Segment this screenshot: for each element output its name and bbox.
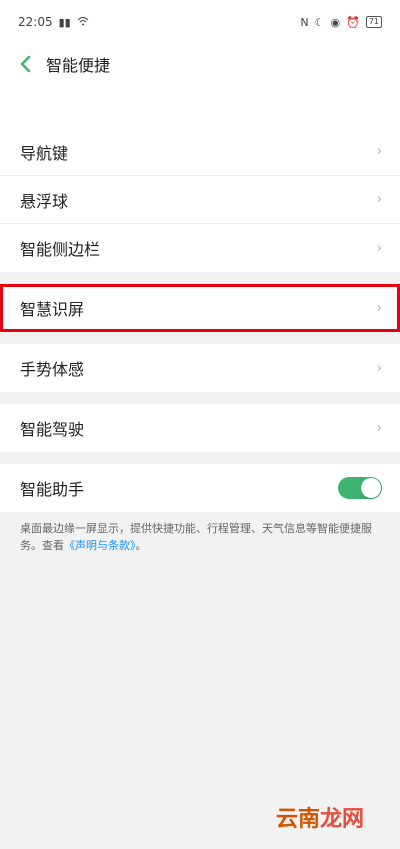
note-suffix: 。 xyxy=(135,539,147,552)
row-label: 手势体感 xyxy=(20,360,85,379)
smart-assistant-toggle[interactable] xyxy=(338,477,382,499)
settings-group-1: 导航键 › 悬浮球 › 智能侧边栏 › xyxy=(0,128,400,272)
section-gap xyxy=(0,452,400,464)
settings-group-3: 手势体感 › xyxy=(0,344,400,392)
moon-icon: ☾ xyxy=(314,15,325,29)
settings-group-2: 智慧识屏 › xyxy=(0,284,400,332)
row-label: 智能侧边栏 xyxy=(20,240,101,259)
row-smart-driving[interactable]: 智能驾驶 › xyxy=(0,404,400,452)
signal-icon: ▮▮ xyxy=(58,15,71,29)
row-smart-assistant: 智能助手 xyxy=(0,464,400,512)
row-label: 悬浮球 xyxy=(20,191,69,211)
alarm-icon: ⏰ xyxy=(346,15,360,29)
page-title: 智能便捷 xyxy=(46,56,111,75)
assistant-description: 桌面最边缘一屏显示，提供快捷功能、行程管理、天气信息等智能便捷服务。查看《声明与… xyxy=(0,512,400,554)
back-button[interactable] xyxy=(14,53,36,75)
row-label: 智慧识屏 xyxy=(20,300,85,319)
row-gesture-motion[interactable]: 手势体感 › xyxy=(0,344,400,392)
eye-icon: ◉ xyxy=(330,15,341,29)
watermark-logo: 云南龙网 xyxy=(276,801,364,833)
row-label: 智能驾驶 xyxy=(20,420,85,439)
row-smart-screen-recognition[interactable]: 智慧识屏 › xyxy=(0,284,400,332)
chevron-right-icon: › xyxy=(376,144,382,159)
section-gap xyxy=(0,272,400,284)
settings-group-4: 智能驾驶 › xyxy=(0,404,400,452)
wifi-icon xyxy=(77,16,89,29)
watermark-part1: 云南 xyxy=(275,806,320,832)
chevron-left-icon xyxy=(20,55,31,73)
row-label: 智能助手 xyxy=(20,480,85,499)
row-label: 导航键 xyxy=(20,143,69,163)
battery-indicator: 71 xyxy=(365,16,382,28)
row-smart-sidebar[interactable]: 智能侧边栏 › xyxy=(0,224,400,272)
chevron-right-icon: › xyxy=(376,192,382,207)
watermark-part2: 龙网 xyxy=(319,806,364,832)
status-time: 22:05 xyxy=(18,15,53,29)
nfc-icon: N xyxy=(300,15,309,29)
chevron-right-icon: › xyxy=(376,360,382,376)
section-gap xyxy=(0,392,400,404)
status-left: 22:05 ▮▮ xyxy=(18,15,89,29)
section-gap xyxy=(0,332,400,344)
row-floating-ball[interactable]: 悬浮球 › xyxy=(0,176,400,224)
toggle-knob xyxy=(361,478,381,498)
chevron-right-icon: › xyxy=(376,240,382,256)
chevron-right-icon: › xyxy=(376,420,382,436)
header-spacer xyxy=(0,84,400,128)
chevron-right-icon: › xyxy=(376,300,382,316)
status-bar: 22:05 ▮▮ N ☾ ◉ ⏰ 71 xyxy=(0,0,400,44)
header: 智能便捷 xyxy=(0,44,400,84)
row-navigation-keys[interactable]: 导航键 › xyxy=(0,128,400,176)
status-right: N ☾ ◉ ⏰ 71 xyxy=(300,16,382,29)
terms-link[interactable]: 《声明与条款》 xyxy=(64,539,136,552)
settings-group-5: 智能助手 xyxy=(0,464,400,512)
